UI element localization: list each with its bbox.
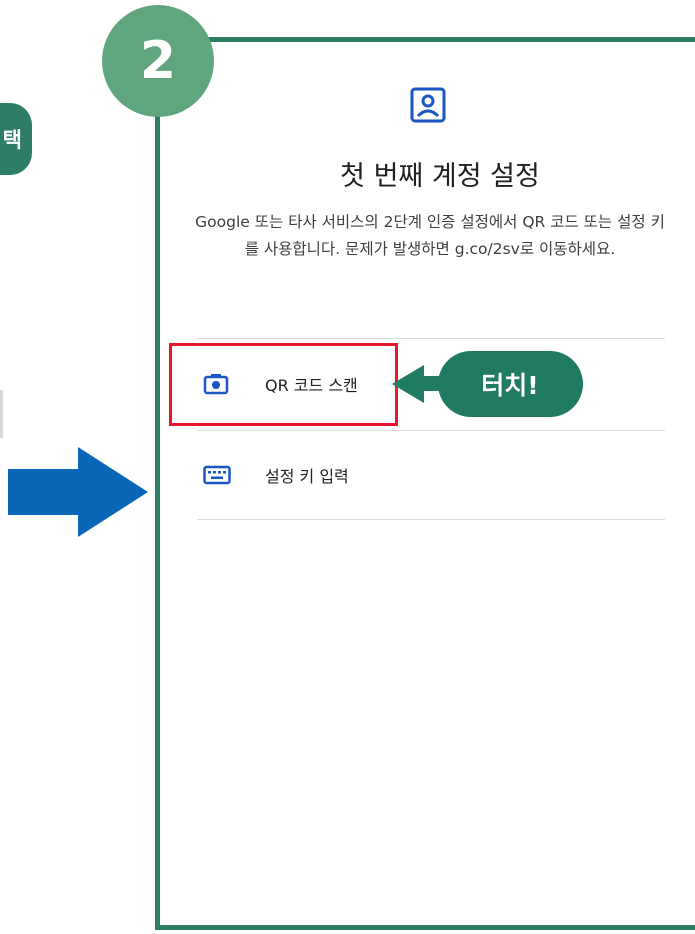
divider (197, 338, 665, 339)
qr-option-highlight-box (169, 343, 398, 426)
enter-setup-key-option[interactable]: 설정 키 입력 (175, 435, 665, 515)
prev-step-divider (0, 390, 3, 438)
enter-setup-key-label: 설정 키 입력 (265, 467, 349, 486)
big-right-arrow-icon (8, 447, 148, 537)
divider (197, 430, 665, 431)
prev-step-label: 택 (2, 128, 22, 152)
keyboard-icon (203, 465, 231, 485)
prev-step-badge: 택 (0, 103, 32, 175)
step-number-badge: 2 (102, 5, 214, 117)
divider (197, 519, 665, 520)
touch-callout-label: 터치! (481, 371, 539, 400)
account-icon (410, 87, 446, 123)
page-description: Google 또는 타사 서비스의 2단계 인증 설정에서 QR 코드 또는 설… (195, 213, 665, 258)
step-number: 2 (139, 31, 177, 91)
page-title: 첫 번째 계정 설정 (340, 161, 540, 192)
